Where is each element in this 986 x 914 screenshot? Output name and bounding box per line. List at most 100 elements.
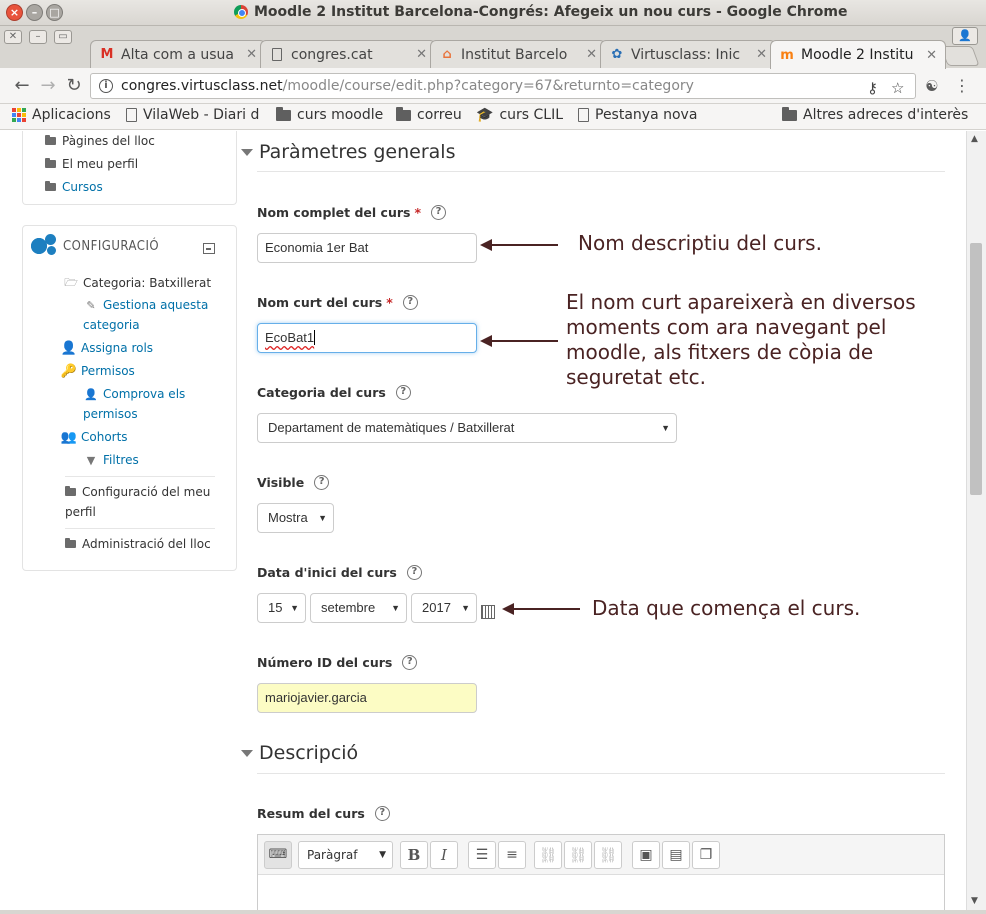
config-assign-roles[interactable]: 👤 Assigna rols <box>61 341 153 356</box>
tab-close-icon[interactable]: ✕ <box>756 47 767 62</box>
fullname-input[interactable]: Economia 1er Bat <box>257 233 477 263</box>
config-manage-category-2[interactable]: categoria <box>83 318 140 332</box>
start-month-select[interactable]: setembre ▼ <box>310 593 407 623</box>
config-category[interactable]: 🗁 Categoria: Batxillerat <box>64 275 211 291</box>
summary-editor[interactable]: ⌨ Paràgraf ▼ B I ☰ ≡ ⛓ ⛓ ⛓ ▣ ▤ ❐ <box>257 834 945 910</box>
config-manage-category[interactable]: ✎ Gestiona aquesta <box>85 298 208 312</box>
section-divider <box>257 773 945 774</box>
italic-icon[interactable]: I <box>430 841 458 869</box>
bookmark-vilaweb[interactable]: VilaWeb - Diari d <box>126 107 259 123</box>
label-text: Número ID del curs <box>257 655 393 670</box>
help-icon[interactable]: ? <box>402 655 418 670</box>
image-icon[interactable]: ▣ <box>632 841 660 869</box>
tab-close-icon[interactable]: ✕ <box>416 47 427 62</box>
start-day-select[interactable]: 15 ▼ <box>257 593 306 623</box>
config-link-label: Gestiona aquesta <box>103 298 209 312</box>
annotation-arrow <box>480 335 558 347</box>
tab-moodle[interactable]: m Moodle 2 Institu ✕ <box>770 40 946 69</box>
calendar-icon[interactable] <box>481 605 495 619</box>
help-icon[interactable]: ? <box>406 565 422 580</box>
back-icon[interactable]: ← <box>10 74 34 98</box>
config-site-admin[interactable]: Administració del lloc <box>65 537 211 551</box>
vertical-scrollbar[interactable]: ▲ ▼ <box>966 131 986 910</box>
start-year-select[interactable]: 2017 ▼ <box>411 593 477 623</box>
config-permissions[interactable]: 🔑 Permisos <box>61 364 135 379</box>
unlink-icon[interactable]: ⛓ <box>564 841 592 869</box>
paragraph-format-select[interactable]: Paràgraf ▼ <box>298 841 393 869</box>
scroll-down-icon[interactable]: ▼ <box>971 896 978 906</box>
general-section-header[interactable]: Paràmetres generals <box>241 141 456 163</box>
help-icon[interactable]: ? <box>314 475 330 490</box>
window-maximize-button[interactable]: □ <box>46 4 63 21</box>
bookmark-apps[interactable]: Aplicacions <box>12 107 111 123</box>
config-link-label: Cohorts <box>81 430 128 444</box>
collapse-icon[interactable] <box>203 243 215 254</box>
close-icon[interactable]: ✕ <box>4 30 22 44</box>
window-minimize-button[interactable]: – <box>26 4 43 21</box>
folder-open-icon: 🗁 <box>64 275 78 289</box>
tab-close-icon[interactable]: ✕ <box>586 47 597 62</box>
annotation-arrow <box>480 239 558 251</box>
key-icon[interactable]: ⚷ <box>867 76 878 98</box>
nav-item-cursos[interactable]: Cursos <box>45 180 103 194</box>
page-icon <box>269 47 285 63</box>
config-check-permissions[interactable]: 👤 Comprova els <box>84 387 185 401</box>
bookmark-pestanya-nova[interactable]: Pestanya nova <box>578 107 697 123</box>
numbered-list-icon[interactable]: ≡ <box>498 841 526 869</box>
bookmark-curs-clil[interactable]: 🎓 curs CLIL <box>476 107 563 123</box>
manage-files-icon[interactable]: ❐ <box>692 841 720 869</box>
link-icon[interactable]: ⛓ <box>534 841 562 869</box>
filter-icon: ▼ <box>86 453 96 467</box>
restore-icon[interactable]: ▭ <box>54 30 72 44</box>
scroll-up-icon[interactable]: ▲ <box>971 134 978 144</box>
star-icon[interactable]: ☆ <box>891 76 904 98</box>
tab-congres[interactable]: congres.cat ✕ <box>260 40 436 68</box>
address-bar[interactable]: i congres.virtusclass.net/moodle/course/… <box>90 73 916 99</box>
description-section-header[interactable]: Descripció <box>241 742 358 764</box>
bookmark-curs-moodle[interactable]: curs moodle <box>276 106 383 123</box>
bullet-list-icon[interactable]: ☰ <box>468 841 496 869</box>
nav-item-pagines[interactable]: Pàgines del lloc <box>45 134 155 148</box>
reload-icon[interactable]: ↻ <box>62 74 86 98</box>
tab-close-icon[interactable]: ✕ <box>926 48 937 63</box>
help-icon[interactable]: ? <box>402 295 418 310</box>
minimize-icon[interactable]: – <box>29 30 47 44</box>
window-close-button[interactable]: × <box>6 4 23 21</box>
new-tab-button[interactable] <box>940 46 980 66</box>
startdate-label: Data d'inici del curs? <box>257 565 422 580</box>
pencil-icon: ✎ <box>86 298 96 312</box>
bookmark-correu[interactable]: correu <box>396 106 462 123</box>
visible-select[interactable]: Mostra ▼ <box>257 503 334 533</box>
shortname-input[interactable]: EcoBat1 <box>257 323 477 353</box>
help-icon[interactable]: ? <box>374 806 390 821</box>
config-filters[interactable]: ▼ Filtres <box>85 453 139 467</box>
label-text: Nom curt del curs <box>257 295 383 310</box>
address-host: congres.virtusclass.net <box>121 78 283 94</box>
anchor-icon[interactable]: ⛓ <box>594 841 622 869</box>
media-icon[interactable]: ▤ <box>662 841 690 869</box>
annotation-startdate: Data que comença el curs. <box>592 596 861 620</box>
category-select[interactable]: Departament de matemàtiques / Batxillera… <box>257 413 677 443</box>
nav-item-perfil[interactable]: El meu perfil <box>45 157 138 171</box>
menu-icon[interactable]: ⋮ <box>950 74 974 98</box>
tab-gmail[interactable]: M Alta com a usua ✕ <box>90 40 266 68</box>
help-icon[interactable]: ? <box>395 385 411 400</box>
config-profile-settings-2[interactable]: perfil <box>65 505 96 519</box>
paw-icon: ✿ <box>611 47 623 62</box>
profile-icon[interactable]: 👤 <box>952 27 978 45</box>
idnumber-input[interactable]: mariojavier.garcia <box>257 683 477 713</box>
forward-icon[interactable]: → <box>36 74 60 98</box>
config-cohorts[interactable]: 👥 Cohorts <box>61 430 128 445</box>
config-check-permissions-2[interactable]: permisos <box>83 407 138 421</box>
bookmark-altres[interactable]: Altres adreces d'interès <box>782 106 968 123</box>
bold-icon[interactable]: B <box>400 841 428 869</box>
help-icon[interactable]: ? <box>431 205 447 220</box>
config-profile-settings[interactable]: Configuració del meu <box>65 485 210 499</box>
tab-close-icon[interactable]: ✕ <box>246 47 257 62</box>
tab-institut[interactable]: ⌂ Institut Barcelo ✕ <box>430 40 606 68</box>
extension-icon[interactable]: ☯ <box>920 74 944 98</box>
tab-virtusclass[interactable]: ✿ Virtusclass: Inic ✕ <box>600 40 776 68</box>
keyboard-icon[interactable]: ⌨ <box>264 841 292 869</box>
scrollbar-thumb[interactable] <box>970 243 982 495</box>
info-icon[interactable]: i <box>99 79 113 93</box>
